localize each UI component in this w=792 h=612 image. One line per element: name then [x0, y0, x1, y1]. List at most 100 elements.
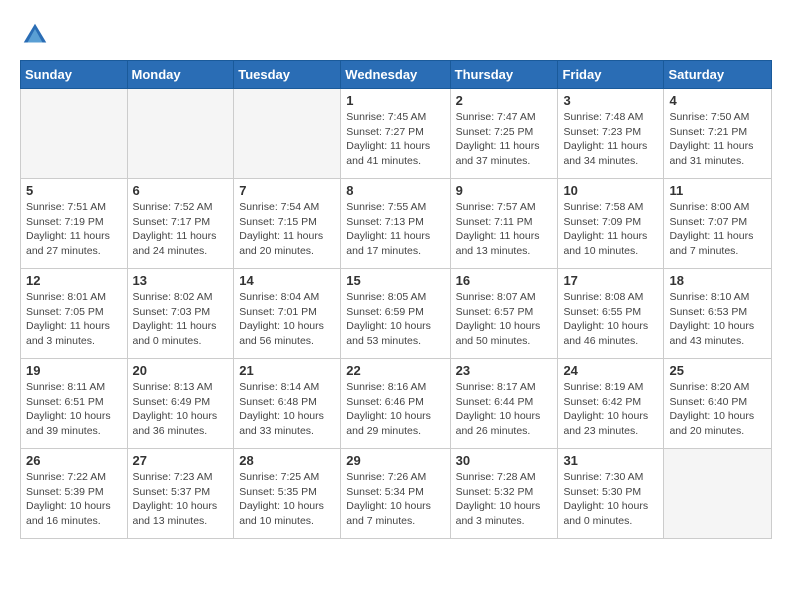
- day-cell: 26Sunrise: 7:22 AMSunset: 5:39 PMDayligh…: [21, 449, 128, 539]
- day-number: 30: [456, 453, 553, 468]
- day-cell: 1 Sunrise: 7:45 AMSunset: 7:27 PMDaylight…: [341, 89, 450, 179]
- day-cell: 11 Sunrise: 8:00 AMSunset: 7:07 PMDayligh…: [664, 179, 772, 269]
- weekday-header-monday: Monday: [127, 61, 234, 89]
- day-cell: 31Sunrise: 7:30 AMSunset: 5:30 PMDayligh…: [558, 449, 664, 539]
- day-cell: 9 Sunrise: 7:57 AMSunset: 7:11 PMDaylight…: [450, 179, 558, 269]
- logo: [20, 20, 54, 50]
- day-cell: 23 Sunrise: 8:17 AMSunset: 6:44 PMDayligh…: [450, 359, 558, 449]
- day-cell: 25 Sunrise: 8:20 AMSunset: 6:40 PMDayligh…: [664, 359, 772, 449]
- day-number: 21: [239, 363, 335, 378]
- weekday-header-tuesday: Tuesday: [234, 61, 341, 89]
- weekday-header-friday: Friday: [558, 61, 664, 89]
- day-number: 27: [133, 453, 229, 468]
- day-info: Sunrise: 8:13 AMSunset: 6:49 PMDaylight:…: [133, 380, 229, 439]
- day-cell: 10 Sunrise: 7:58 AMSunset: 7:09 PMDayligh…: [558, 179, 664, 269]
- day-info: Sunrise: 7:22 AMSunset: 5:39 PMDaylight:…: [26, 470, 122, 529]
- day-number: 3: [563, 93, 658, 108]
- day-number: 10: [563, 183, 658, 198]
- day-info: Sunrise: 7:51 AMSunset: 7:19 PMDaylight:…: [26, 200, 122, 259]
- day-info: Sunrise: 8:04 AMSunset: 7:01 PMDaylight:…: [239, 290, 335, 349]
- calendar-table: SundayMondayTuesdayWednesdayThursdayFrid…: [20, 60, 772, 539]
- week-row-3: 12 Sunrise: 8:01 AMSunset: 7:05 PMDayligh…: [21, 269, 772, 359]
- day-number: 7: [239, 183, 335, 198]
- day-info: Sunrise: 7:54 AMSunset: 7:15 PMDaylight:…: [239, 200, 335, 259]
- day-number: 9: [456, 183, 553, 198]
- week-row-2: 5 Sunrise: 7:51 AMSunset: 7:19 PMDaylight…: [21, 179, 772, 269]
- day-info: Sunrise: 7:28 AMSunset: 5:32 PMDaylight:…: [456, 470, 553, 529]
- day-info: Sunrise: 8:20 AMSunset: 6:40 PMDaylight:…: [669, 380, 766, 439]
- day-cell: 22 Sunrise: 8:16 AMSunset: 6:46 PMDayligh…: [341, 359, 450, 449]
- day-info: Sunrise: 8:11 AMSunset: 6:51 PMDaylight:…: [26, 380, 122, 439]
- day-info: Sunrise: 7:45 AMSunset: 7:27 PMDaylight:…: [346, 110, 444, 169]
- day-info: Sunrise: 8:10 AMSunset: 6:53 PMDaylight:…: [669, 290, 766, 349]
- day-number: 14: [239, 273, 335, 288]
- day-info: Sunrise: 7:23 AMSunset: 5:37 PMDaylight:…: [133, 470, 229, 529]
- day-number: 17: [563, 273, 658, 288]
- day-cell: 7 Sunrise: 7:54 AMSunset: 7:15 PMDaylight…: [234, 179, 341, 269]
- day-cell: [664, 449, 772, 539]
- weekday-header-wednesday: Wednesday: [341, 61, 450, 89]
- day-cell: 20 Sunrise: 8:13 AMSunset: 6:49 PMDayligh…: [127, 359, 234, 449]
- day-info: Sunrise: 7:55 AMSunset: 7:13 PMDaylight:…: [346, 200, 444, 259]
- day-number: 11: [669, 183, 766, 198]
- day-info: Sunrise: 8:07 AMSunset: 6:57 PMDaylight:…: [456, 290, 553, 349]
- day-number: 5: [26, 183, 122, 198]
- day-number: 4: [669, 93, 766, 108]
- weekday-header-row: SundayMondayTuesdayWednesdayThursdayFrid…: [21, 61, 772, 89]
- day-cell: 6 Sunrise: 7:52 AMSunset: 7:17 PMDaylight…: [127, 179, 234, 269]
- day-cell: 2Sunrise: 7:47 AMSunset: 7:25 PMDaylight…: [450, 89, 558, 179]
- day-number: 20: [133, 363, 229, 378]
- day-number: 25: [669, 363, 766, 378]
- day-number: 19: [26, 363, 122, 378]
- day-info: Sunrise: 7:58 AMSunset: 7:09 PMDaylight:…: [563, 200, 658, 259]
- day-number: 13: [133, 273, 229, 288]
- day-number: 28: [239, 453, 335, 468]
- day-info: Sunrise: 8:17 AMSunset: 6:44 PMDaylight:…: [456, 380, 553, 439]
- day-info: Sunrise: 8:19 AMSunset: 6:42 PMDaylight:…: [563, 380, 658, 439]
- week-row-4: 19 Sunrise: 8:11 AMSunset: 6:51 PMDayligh…: [21, 359, 772, 449]
- day-number: 29: [346, 453, 444, 468]
- weekday-header-thursday: Thursday: [450, 61, 558, 89]
- day-cell: [234, 89, 341, 179]
- day-info: Sunrise: 7:57 AMSunset: 7:11 PMDaylight:…: [456, 200, 553, 259]
- day-number: 24: [563, 363, 658, 378]
- day-info: Sunrise: 8:08 AMSunset: 6:55 PMDaylight:…: [563, 290, 658, 349]
- day-number: 6: [133, 183, 229, 198]
- day-number: 15: [346, 273, 444, 288]
- day-info: Sunrise: 8:01 AMSunset: 7:05 PMDaylight:…: [26, 290, 122, 349]
- day-number: 1: [346, 93, 444, 108]
- day-cell: 30 Sunrise: 7:28 AMSunset: 5:32 PMDayligh…: [450, 449, 558, 539]
- weekday-header-sunday: Sunday: [21, 61, 128, 89]
- day-number: 22: [346, 363, 444, 378]
- day-info: Sunrise: 8:00 AMSunset: 7:07 PMDaylight:…: [669, 200, 766, 259]
- day-cell: 4 Sunrise: 7:50 AMSunset: 7:21 PMDaylight…: [664, 89, 772, 179]
- day-cell: 19 Sunrise: 8:11 AMSunset: 6:51 PMDayligh…: [21, 359, 128, 449]
- day-cell: 16Sunrise: 8:07 AMSunset: 6:57 PMDayligh…: [450, 269, 558, 359]
- day-cell: 12 Sunrise: 8:01 AMSunset: 7:05 PMDayligh…: [21, 269, 128, 359]
- day-cell: 13 Sunrise: 8:02 AMSunset: 7:03 PMDayligh…: [127, 269, 234, 359]
- day-cell: 14 Sunrise: 8:04 AMSunset: 7:01 PMDayligh…: [234, 269, 341, 359]
- day-info: Sunrise: 8:02 AMSunset: 7:03 PMDaylight:…: [133, 290, 229, 349]
- day-cell: 17 Sunrise: 8:08 AMSunset: 6:55 PMDayligh…: [558, 269, 664, 359]
- day-info: Sunrise: 7:48 AMSunset: 7:23 PMDaylight:…: [563, 110, 658, 169]
- day-number: 8: [346, 183, 444, 198]
- week-row-1: 1 Sunrise: 7:45 AMSunset: 7:27 PMDaylight…: [21, 89, 772, 179]
- day-cell: 5 Sunrise: 7:51 AMSunset: 7:19 PMDaylight…: [21, 179, 128, 269]
- weekday-header-saturday: Saturday: [664, 61, 772, 89]
- day-cell: [127, 89, 234, 179]
- day-number: 23: [456, 363, 553, 378]
- day-info: Sunrise: 7:50 AMSunset: 7:21 PMDaylight:…: [669, 110, 766, 169]
- day-cell: 15 Sunrise: 8:05 AMSunset: 6:59 PMDayligh…: [341, 269, 450, 359]
- day-info: Sunrise: 8:05 AMSunset: 6:59 PMDaylight:…: [346, 290, 444, 349]
- day-info: Sunrise: 7:52 AMSunset: 7:17 PMDaylight:…: [133, 200, 229, 259]
- day-cell: 29Sunrise: 7:26 AMSunset: 5:34 PMDayligh…: [341, 449, 450, 539]
- day-number: 12: [26, 273, 122, 288]
- day-cell: 21Sunrise: 8:14 AMSunset: 6:48 PMDayligh…: [234, 359, 341, 449]
- day-cell: 8 Sunrise: 7:55 AMSunset: 7:13 PMDaylight…: [341, 179, 450, 269]
- day-info: Sunrise: 7:30 AMSunset: 5:30 PMDaylight:…: [563, 470, 658, 529]
- logo-icon: [20, 20, 50, 50]
- day-info: Sunrise: 8:16 AMSunset: 6:46 PMDaylight:…: [346, 380, 444, 439]
- day-cell: 28Sunrise: 7:25 AMSunset: 5:35 PMDayligh…: [234, 449, 341, 539]
- day-number: 18: [669, 273, 766, 288]
- day-info: Sunrise: 7:47 AMSunset: 7:25 PMDaylight:…: [456, 110, 553, 169]
